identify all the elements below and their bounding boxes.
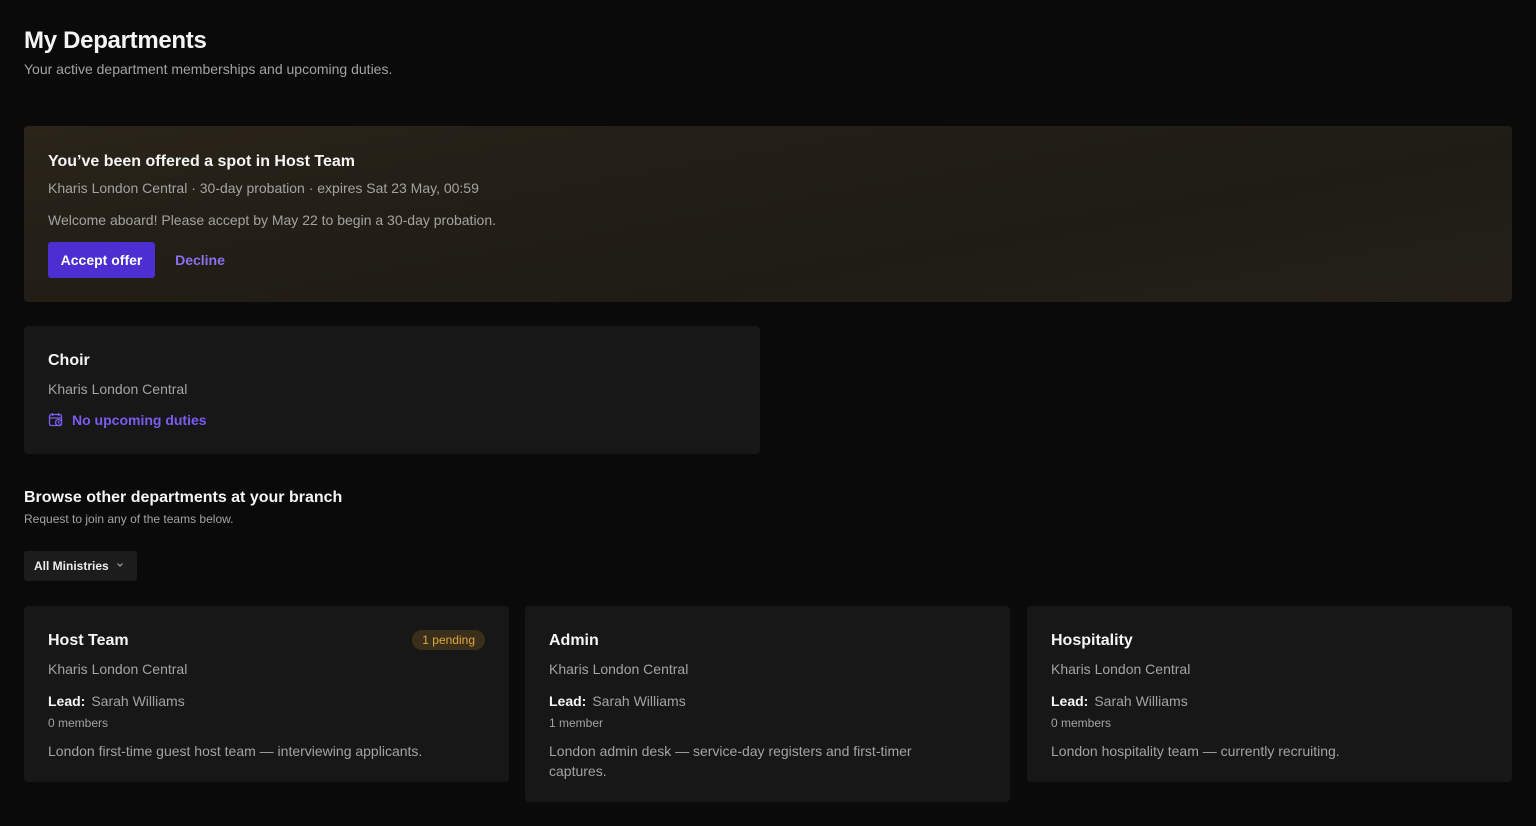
lead-name: Sarah Williams (91, 693, 185, 709)
offer-message: Welcome aboard! Please accept by May 22 … (48, 212, 497, 228)
page-title: My Departments (24, 27, 207, 54)
department-branch: Kharis London Central (1051, 661, 1191, 677)
lead-label: Lead: (549, 693, 587, 709)
upcoming-duties-label: No upcoming duties (72, 412, 207, 428)
department-card-host-team[interactable]: Host Team 1 pending Kharis London Centra… (24, 606, 509, 782)
department-name: Hospitality (1051, 632, 1133, 649)
page-subtitle: Your active department memberships and u… (24, 61, 393, 77)
lead-label: Lead: (1051, 693, 1089, 709)
department-lead: Lead: Sarah Williams (1051, 693, 1188, 709)
department-branch: Kharis London Central (549, 661, 689, 677)
department-lead: Lead: Sarah Williams (549, 693, 686, 709)
department-description: London hospitality team — currently recr… (1051, 743, 1340, 759)
member-count: 0 members (48, 716, 109, 730)
calendar-clock-icon (48, 412, 64, 428)
department-lead: Lead: Sarah Williams (48, 693, 185, 709)
member-count: 0 members (1051, 716, 1112, 730)
department-branch: Kharis London Central (48, 661, 188, 677)
department-card-admin[interactable]: Admin Kharis London Central Lead: Sarah W… (525, 606, 1010, 802)
department-name: Host Team (48, 632, 129, 649)
accept-offer-button[interactable]: Accept offer (48, 242, 155, 278)
lead-name: Sarah Williams (1094, 693, 1188, 709)
membership-name: Choir (48, 352, 90, 369)
lead-label: Lead: (48, 693, 86, 709)
upcoming-duties-link[interactable]: No upcoming duties (48, 412, 207, 428)
membership-card-choir: Choir Kharis London Central No upcoming … (24, 326, 760, 454)
department-name: Admin (549, 632, 599, 649)
pending-badge: 1 pending (412, 630, 485, 650)
browse-title: Browse other departments at your branch (24, 489, 343, 506)
offer-meta: Kharis London Central · 30-day probation… (48, 180, 479, 196)
ministry-filter-dropdown[interactable]: All Ministries (24, 551, 137, 581)
page: My Departments Your active department me… (0, 0, 1536, 826)
chevron-down-icon (115, 559, 125, 573)
decline-offer-button[interactable]: Decline (164, 242, 236, 278)
offer-banner: You’ve been offered a spot in Host Team … (24, 126, 1512, 302)
filter-label: All Ministries (34, 559, 109, 573)
offer-title: You’ve been offered a spot in Host Team (48, 153, 356, 170)
department-description: London admin desk — service-day register… (549, 743, 912, 779)
lead-name: Sarah Williams (592, 693, 686, 709)
browse-subtitle: Request to join any of the teams below. (24, 512, 234, 526)
membership-branch: Kharis London Central (48, 381, 188, 397)
department-description: London first-time guest host team — inte… (48, 743, 423, 759)
department-card-hospitality[interactable]: Hospitality Kharis London Central Lead: S… (1027, 606, 1512, 782)
member-count: 1 member (549, 716, 604, 730)
